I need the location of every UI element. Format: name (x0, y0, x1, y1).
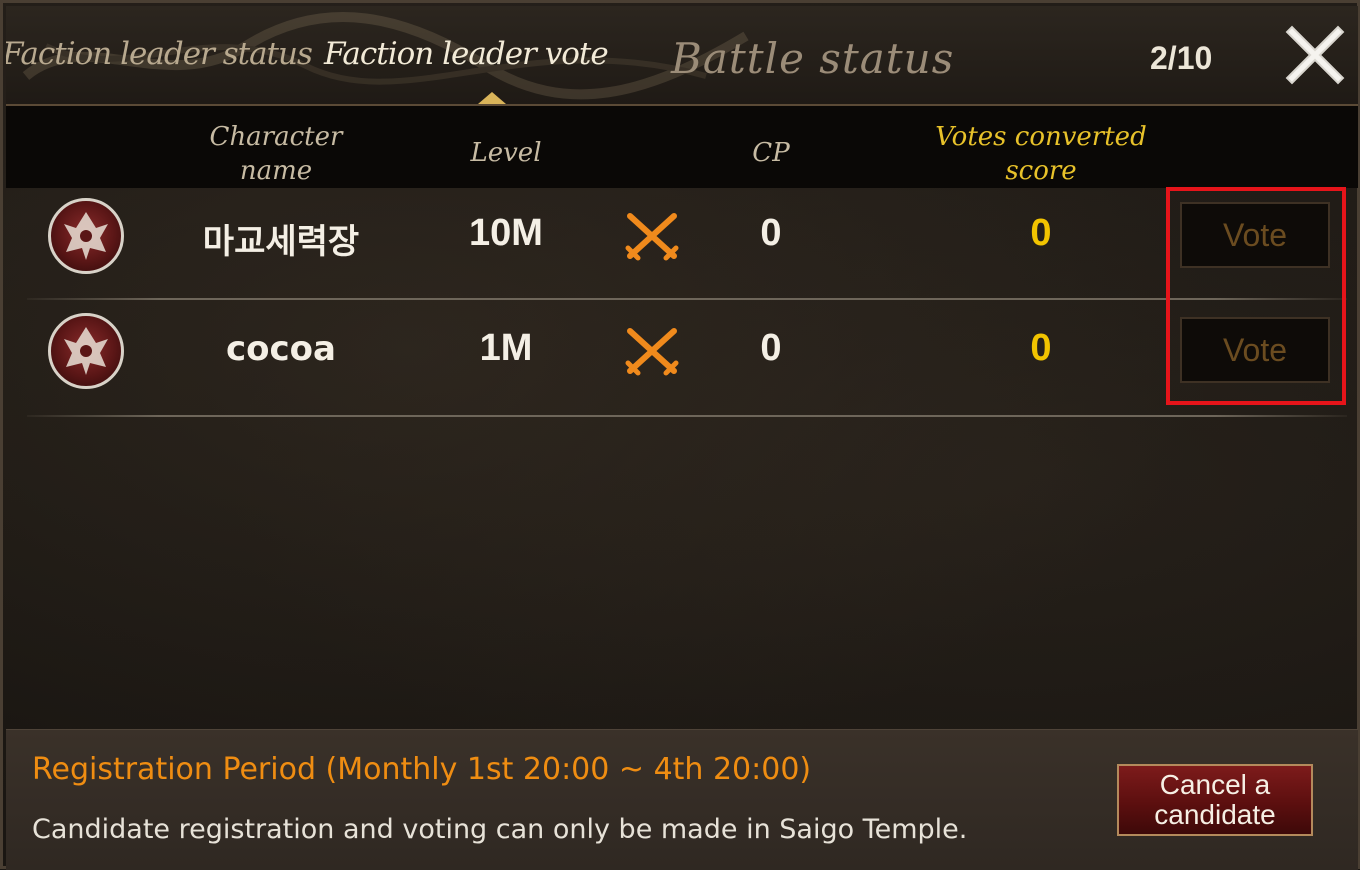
tab-header: Faction leader status Faction leader vot… (6, 6, 1358, 106)
crossed-swords-icon (625, 328, 679, 376)
character-name: 마교세력장 (202, 222, 360, 262)
votes-converted-score: 0 (1030, 212, 1052, 254)
character-cp: 0 (760, 327, 782, 369)
character-cp: 0 (760, 212, 782, 254)
vote-button[interactable]: Vote (1180, 317, 1330, 383)
col-character-name: Character name (186, 120, 366, 188)
cancel-button-line1: Cancel a (1159, 769, 1271, 800)
tab-faction-leader-status[interactable]: Faction leader status (6, 36, 313, 72)
close-icon (1285, 25, 1345, 85)
col-cp: CP (752, 138, 790, 168)
tab-battle-status[interactable]: Battle status (671, 34, 954, 83)
vote-button[interactable]: Vote (1180, 202, 1330, 268)
col-level: Level (470, 138, 542, 168)
faction-leader-vote-window: Faction leader status Faction leader vot… (0, 0, 1360, 870)
faction-emblem-icon (48, 313, 124, 389)
votes-converted-score: 0 (1030, 327, 1052, 369)
cancel-button-line2: candidate (1154, 799, 1276, 830)
col-votes-converted-score: Votes converted score (906, 120, 1176, 188)
page-indicator: 2/10 (1150, 40, 1213, 76)
faction-emblem-icon (48, 198, 124, 274)
registration-notice: Candidate registration and voting can on… (32, 814, 968, 845)
col-score-line2: score (1005, 156, 1077, 186)
tab-faction-leader-vote[interactable]: Faction leader vote (324, 36, 609, 72)
active-tab-marker (478, 92, 506, 104)
col-score-line1: Votes converted (935, 122, 1147, 152)
cancel-candidate-button[interactable]: Cancel a candidate (1117, 764, 1313, 836)
character-name: cocoa (226, 329, 336, 369)
character-level: 10M (469, 212, 543, 254)
row-divider (27, 415, 1347, 417)
table-row: 마교세력장 10M 0 0 Vote (6, 188, 1358, 304)
character-level: 1M (479, 327, 533, 369)
footer-panel: Registration Period (Monthly 1st 20:00 ~… (6, 729, 1358, 870)
registration-period: Registration Period (Monthly 1st 20:00 ~… (32, 752, 812, 787)
col-character-name-line2: name (239, 156, 313, 186)
crossed-swords-icon (625, 213, 679, 261)
row-divider (27, 298, 1347, 300)
table-row: cocoa 1M 0 0 Vote (6, 303, 1358, 419)
column-header: Character name Level CP Votes converted … (6, 106, 1358, 188)
close-button[interactable] (1284, 24, 1346, 86)
col-character-name-line1: Character (209, 122, 343, 152)
